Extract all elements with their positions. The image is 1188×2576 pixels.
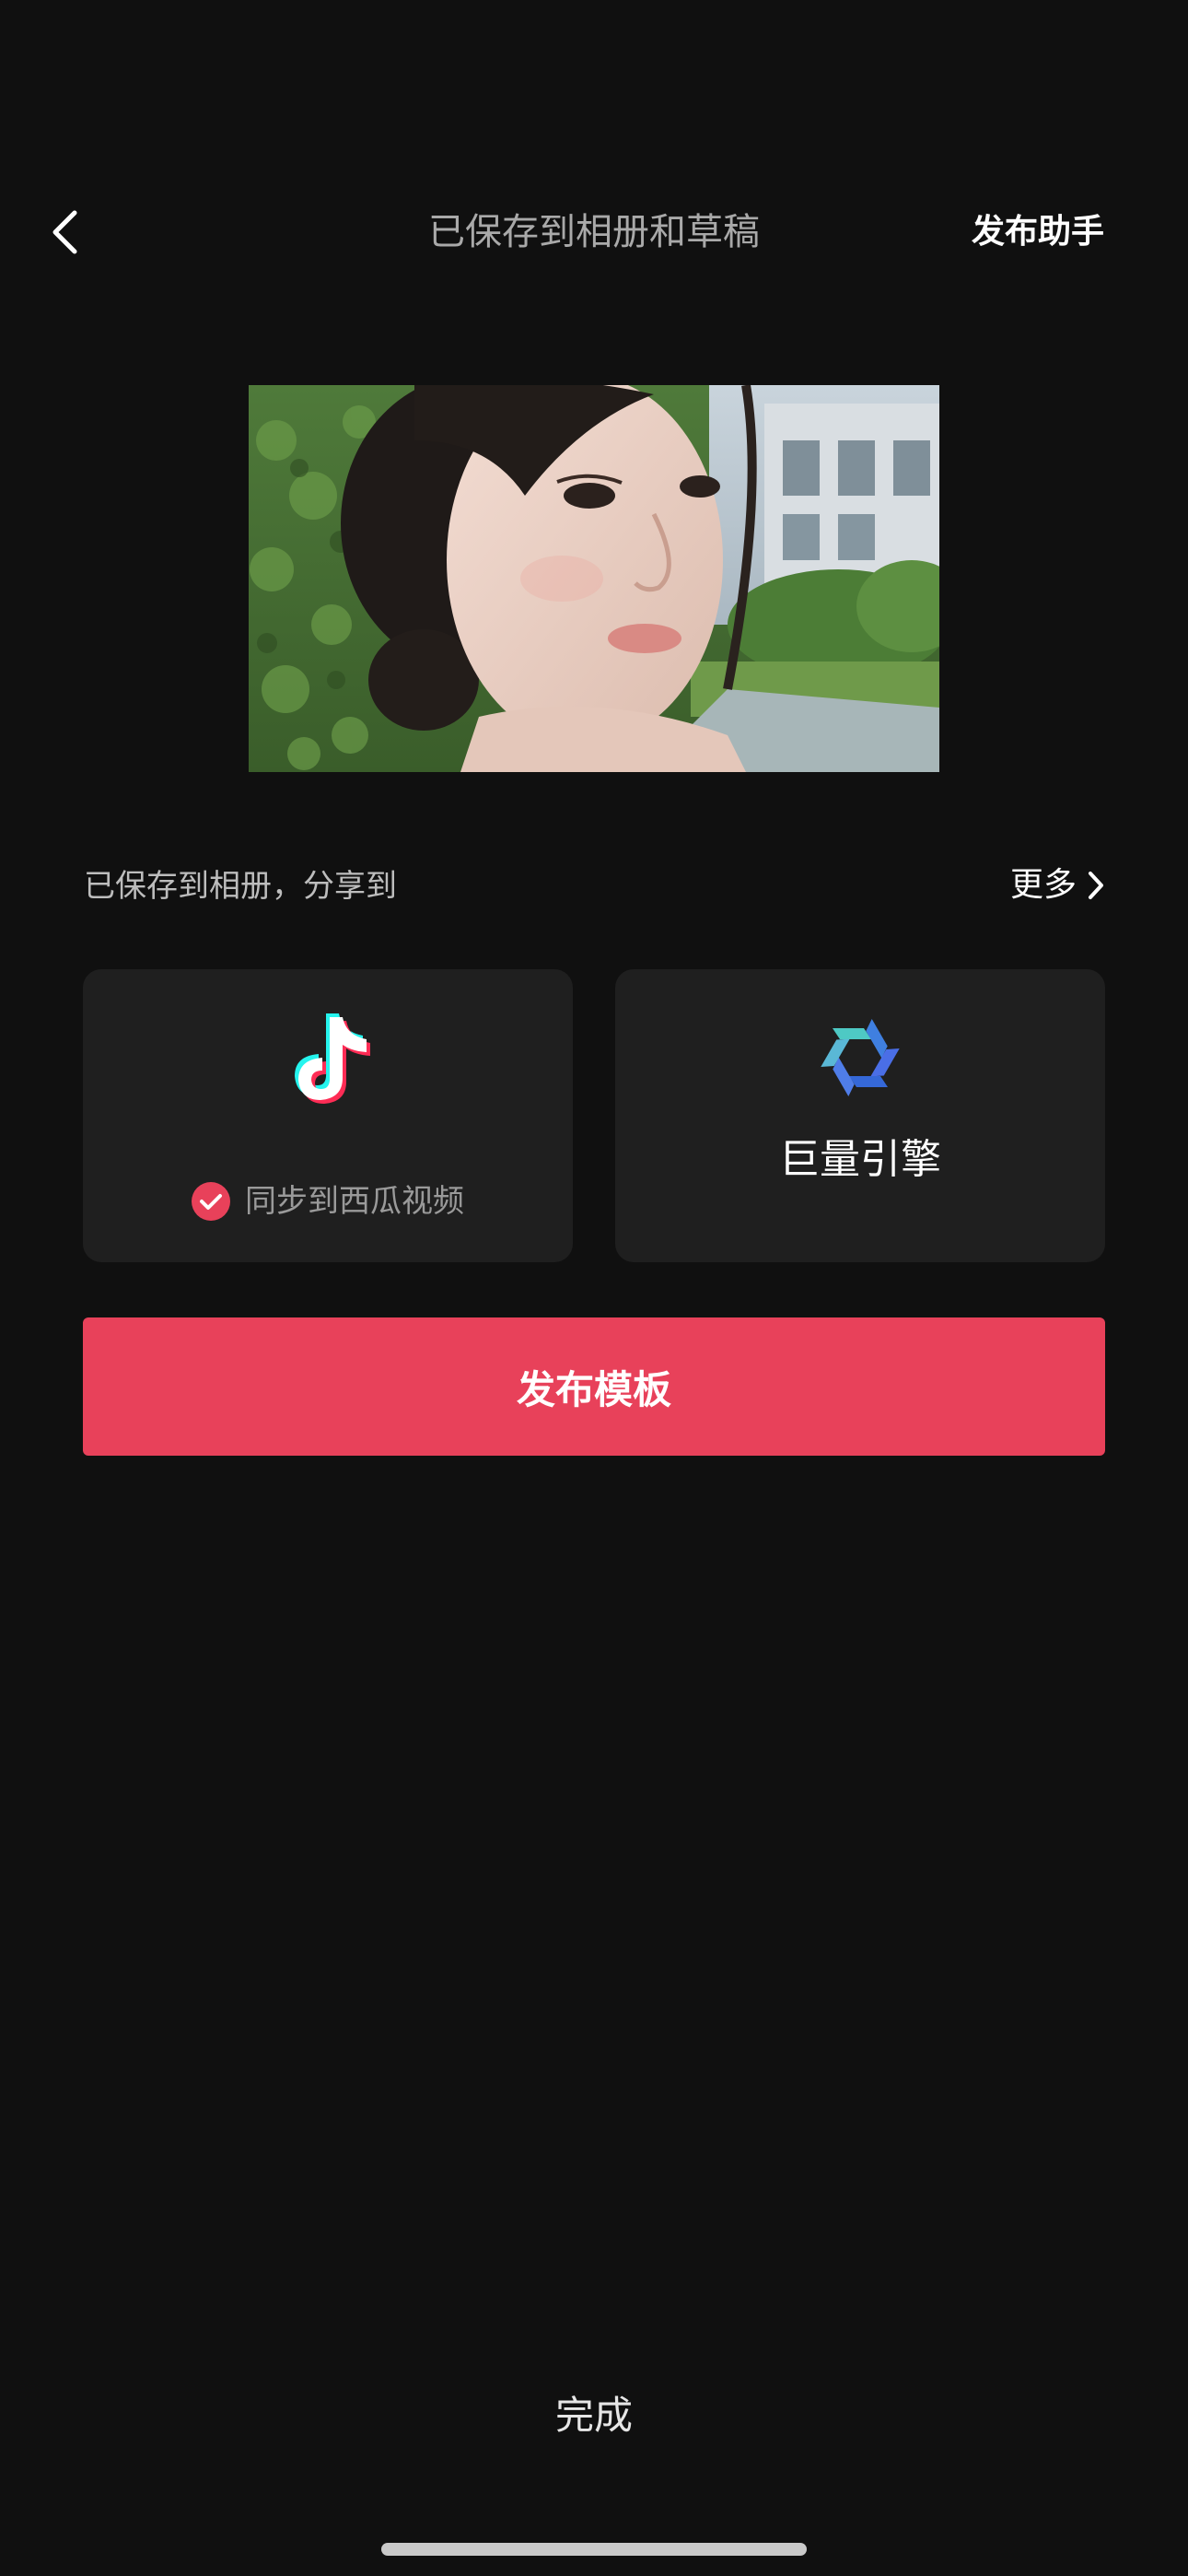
- share-to-label: 已保存到相册，分享到: [84, 868, 397, 905]
- juliang-engine-logo-icon: [814, 1012, 906, 1104]
- sync-xigua-label: 同步到西瓜视频: [245, 1183, 464, 1220]
- check-circle-icon: [192, 1182, 230, 1221]
- publish-template-button[interactable]: 发布模板: [83, 1317, 1105, 1456]
- publish-assistant-button[interactable]: 发布助手: [972, 208, 1104, 256]
- douyin-logo-icon: [282, 1008, 383, 1109]
- more-label: 更多: [1009, 866, 1077, 904]
- video-preview-image: [249, 385, 939, 772]
- done-button[interactable]: 完成: [0, 2388, 1188, 2443]
- more-button[interactable]: 更多: [1010, 862, 1104, 908]
- sync-xigua-toggle[interactable]: 同步到西瓜视频: [192, 1179, 464, 1224]
- juliang-engine-label: 巨量引擎: [779, 1136, 941, 1183]
- home-indicator[interactable]: [381, 2543, 807, 2556]
- chevron-right-icon: [1089, 872, 1103, 899]
